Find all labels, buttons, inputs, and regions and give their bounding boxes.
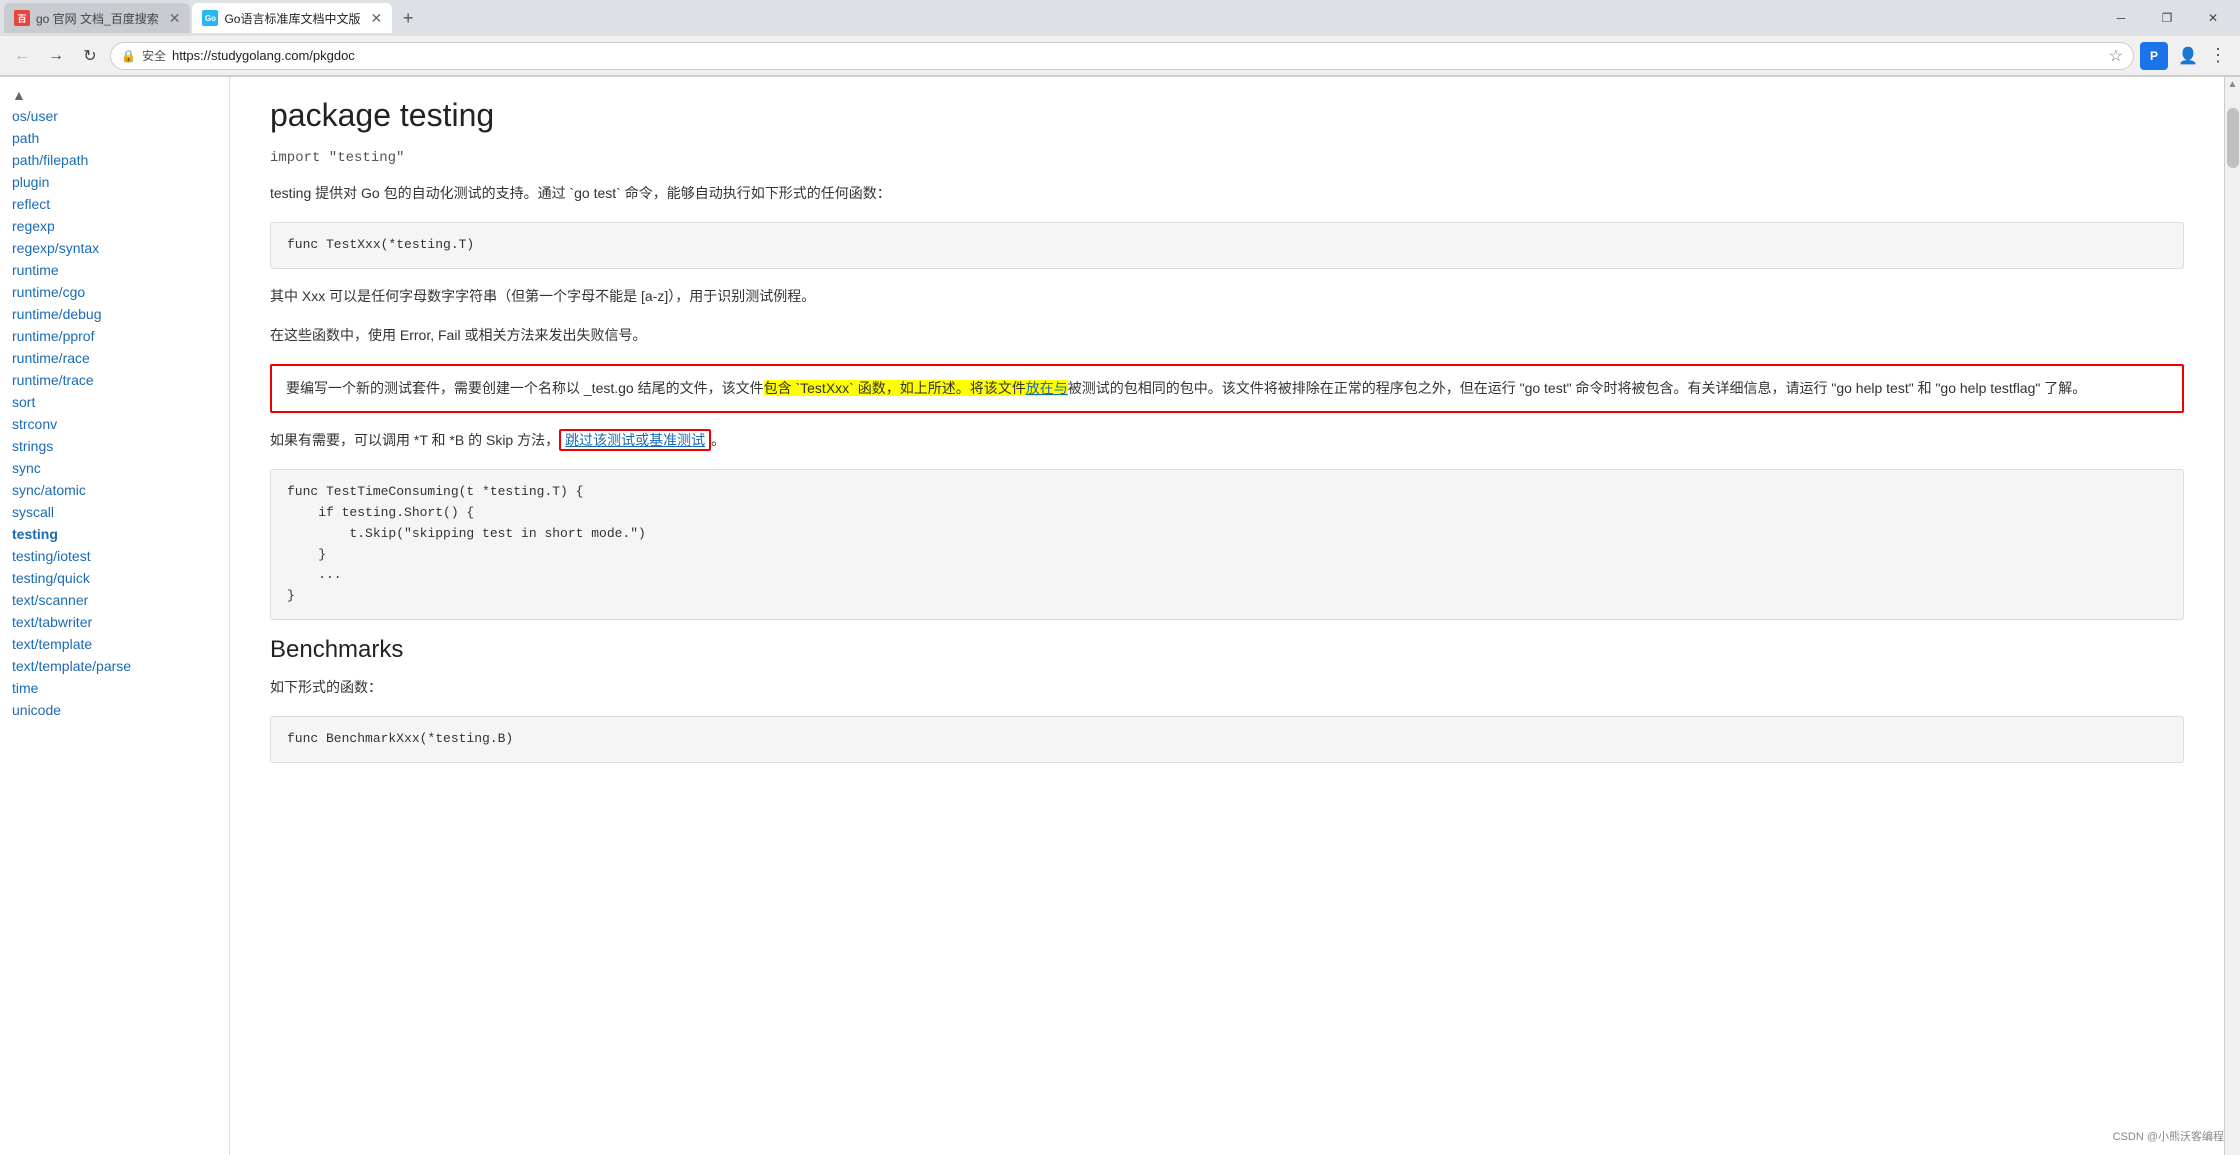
desc4-post: 。 — [711, 432, 725, 448]
sidebar-item-regexp-syntax[interactable]: regexp/syntax — [0, 237, 229, 259]
doc-title: package testing — [270, 97, 2184, 134]
sidebar-item-text-tabwriter[interactable]: text/tabwriter — [0, 611, 229, 633]
package-name: testing — [400, 97, 494, 133]
sidebar-item-runtime[interactable]: runtime — [0, 259, 229, 281]
url-bar[interactable]: 🔒 安全 https://studygolang.com/pkgdoc ☆ — [110, 42, 2134, 70]
sidebar-item-path-filepath[interactable]: path/filepath — [0, 149, 229, 171]
sidebar-item-reflect[interactable]: reflect — [0, 193, 229, 215]
scroll-up-arrow[interactable]: ▲ — [2226, 77, 2240, 92]
tab-close-1[interactable]: ✕ — [169, 10, 181, 27]
tab-label-2: Go语言标准库文档中文版 — [224, 10, 360, 27]
tab-close-2[interactable]: ✕ — [370, 10, 382, 27]
scrollbar-thumb[interactable] — [2227, 108, 2239, 168]
code-block-3: func BenchmarkXxx(*testing.B) — [270, 716, 2184, 763]
sidebar-item-sort[interactable]: sort — [0, 391, 229, 413]
sidebar-item-testing-iotest[interactable]: testing/iotest — [0, 545, 229, 567]
desc4-pre: 如果有需要，可以调用 *T 和 *B 的 Skip 方法， — [270, 432, 559, 448]
bookmark-icon[interactable]: ☆ — [2109, 46, 2123, 66]
sidebar-item-text-scanner[interactable]: text/scanner — [0, 589, 229, 611]
user-icon[interactable]: 👤 — [2174, 42, 2202, 70]
highlighted-box: 要编写一个新的测试套件，需要创建一个名称以 _test.go 结尾的文件，该文件… — [270, 364, 2184, 413]
import-line: import "testing" — [270, 150, 2184, 166]
sidebar-item-runtime-race[interactable]: runtime/race — [0, 347, 229, 369]
sidebar-item-strings[interactable]: strings — [0, 435, 229, 457]
highlight-placed[interactable]: 放在与 — [1026, 380, 1068, 396]
sidebar-item-path[interactable]: path — [0, 127, 229, 149]
refresh-button[interactable]: ↻ — [76, 42, 104, 70]
code-block-1: func TestXxx(*testing.T) — [270, 222, 2184, 269]
browser-menu-button[interactable]: ⋮ — [2204, 42, 2232, 70]
sidebar-item-text-template-parse[interactable]: text/template/parse — [0, 655, 229, 677]
sidebar-item-sync-atomic[interactable]: sync/atomic — [0, 479, 229, 501]
sidebar-item-time[interactable]: time — [0, 677, 229, 699]
security-label: 安全 — [142, 47, 166, 64]
sidebar-item-plugin[interactable]: plugin — [0, 171, 229, 193]
sidebar-scroll-up[interactable]: ▲ — [0, 85, 229, 105]
doc-description-4: 如果有需要，可以调用 *T 和 *B 的 Skip 方法，跳过该测试或基准测试。 — [270, 429, 2184, 453]
sidebar-item-regexp[interactable]: regexp — [0, 215, 229, 237]
sidebar-item-unicode[interactable]: unicode — [0, 699, 229, 721]
tab-label-1: go 官网 文档_百度搜索 — [36, 10, 159, 27]
code-line-1: func TestXxx(*testing.T) — [287, 237, 474, 252]
back-button[interactable]: ← — [8, 42, 36, 70]
sidebar-item-os-user[interactable]: os/user — [0, 105, 229, 127]
sidebar-item-text-template[interactable]: text/template — [0, 633, 229, 655]
doc-description-3: 在这些函数中，使用 Error, Fail 或相关方法来发出失败信号。 — [270, 324, 2184, 348]
sidebar-item-sync[interactable]: sync — [0, 457, 229, 479]
restore-button[interactable]: ❐ — [2144, 0, 2190, 36]
tab-studygolang[interactable]: Go Go语言标准库文档中文版 ✕ — [192, 3, 392, 33]
forward-button[interactable]: → — [42, 42, 70, 70]
watermark: CSDN @小熊沃客编程 — [2113, 1128, 2224, 1144]
close-button[interactable]: ✕ — [2190, 0, 2236, 36]
scrollbar[interactable]: ▲ — [2224, 77, 2240, 1155]
code-block-2: func TestTimeConsuming(t *testing.T) { i… — [270, 469, 2184, 620]
sidebar-item-testing[interactable]: testing — [0, 523, 229, 545]
address-bar: ← → ↻ 🔒 安全 https://studygolang.com/pkgdo… — [0, 36, 2240, 76]
browser-menu-area: 👤 ⋮ — [2174, 42, 2232, 70]
sidebar-item-runtime-trace[interactable]: runtime/trace — [0, 369, 229, 391]
tab-favicon-1: 百 — [14, 10, 30, 26]
tab-favicon-2: Go — [202, 10, 218, 26]
sidebar-item-runtime-pprof[interactable]: runtime/pprof — [0, 325, 229, 347]
extension-icon[interactable]: P — [2140, 42, 2168, 70]
code-line-2-6: } — [287, 586, 2167, 607]
code-line-2-5: ... — [287, 565, 2167, 586]
doc-description-2: 其中 Xxx 可以是任何字母数字字符串（但第一个字母不能是 [a-z]），用于识… — [270, 285, 2184, 309]
sidebar-item-runtime-cgo[interactable]: runtime/cgo — [0, 281, 229, 303]
package-prefix: package — [270, 97, 400, 133]
security-icon: 🔒 — [121, 49, 136, 63]
minimize-button[interactable]: ─ — [2098, 0, 2144, 36]
doc-area: package testing import "testing" testing… — [230, 77, 2224, 1155]
code-line-2-4: } — [287, 545, 2167, 566]
doc-description-1: testing 提供对 Go 包的自动化测试的支持。通过 `go test` 命… — [270, 182, 2184, 206]
highlight-include: 包含 `TestXxx` 函数，如上所述。将该文件放在与 — [764, 380, 1068, 396]
url-text: https://studygolang.com/pkgdoc — [172, 48, 355, 63]
tab-baidu[interactable]: 百 go 官网 文档_百度搜索 ✕ — [4, 3, 190, 33]
sidebar-item-syscall[interactable]: syscall — [0, 501, 229, 523]
sidebar-item-runtime-debug[interactable]: runtime/debug — [0, 303, 229, 325]
sidebar-item-strconv[interactable]: strconv — [0, 413, 229, 435]
skip-link[interactable]: 跳过该测试或基准测试 — [559, 429, 711, 451]
content-area: ▲ os/user path path/filepath plugin refl… — [0, 77, 2240, 1155]
sidebar: ▲ os/user path path/filepath plugin refl… — [0, 77, 230, 1155]
code-line-2-3: t.Skip("skipping test in short mode.") — [287, 524, 2167, 545]
benchmarks-desc: 如下形式的函数： — [270, 676, 2184, 700]
tab-bar: 百 go 官网 文档_百度搜索 ✕ Go Go语言标准库文档中文版 ✕ + ─ … — [0, 0, 2240, 36]
code-line-2-2: if testing.Short() { — [287, 503, 2167, 524]
benchmarks-title: Benchmarks — [270, 636, 2184, 664]
sidebar-item-testing-quick[interactable]: testing/quick — [0, 567, 229, 589]
code-line-2-1: func TestTimeConsuming(t *testing.T) { — [287, 482, 2167, 503]
code-line-3: func BenchmarkXxx(*testing.B) — [287, 731, 513, 746]
new-tab-button[interactable]: + — [394, 4, 422, 32]
